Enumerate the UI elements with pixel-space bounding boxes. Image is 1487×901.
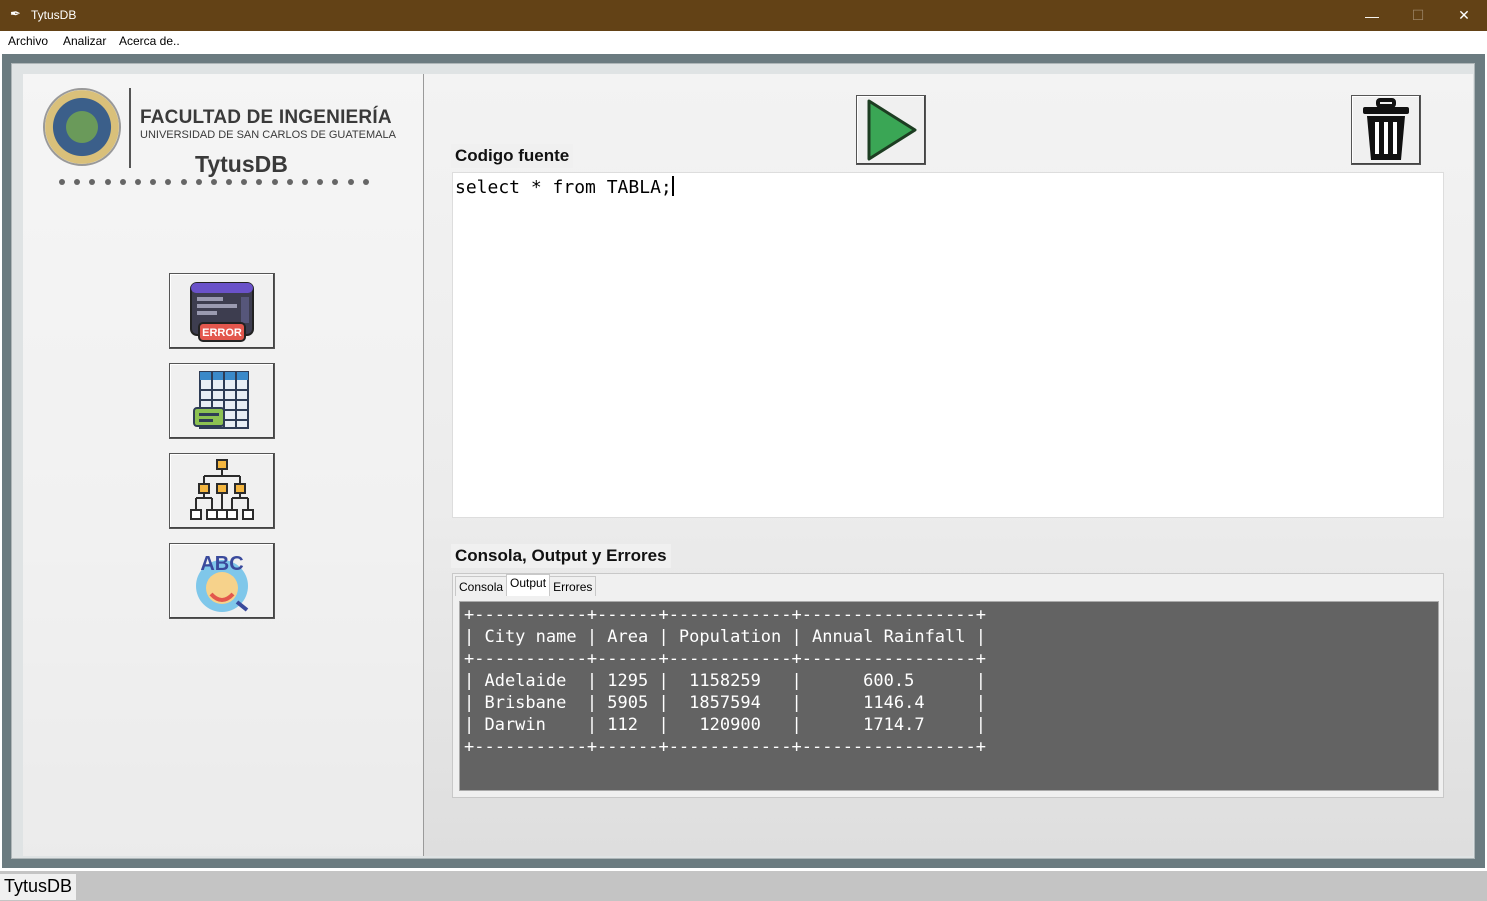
window-title: TytusDB (31, 8, 77, 22)
statusbar: TytusDB (0, 871, 1487, 901)
source-code-editor[interactable]: select * from TABLA; (452, 172, 1444, 518)
tab-consola[interactable]: Consola (455, 576, 508, 596)
output-line: +-----------+------+------------+-------… (464, 649, 986, 669)
tab-errores[interactable]: Errores (549, 576, 597, 596)
console-notebook: Consola Output Errores +-----------+----… (452, 573, 1444, 798)
maximize-button[interactable]: ☐ (1395, 0, 1441, 31)
editor-code: select * from TABLA; (455, 177, 672, 198)
symbol-table-button[interactable] (169, 363, 275, 439)
content-background: FACULTAD DE INGENIERÍA UNIVERSIDAD DE SA… (23, 74, 1473, 856)
window-titlebar: ✒ TytusDB — ☐ ✕ (0, 0, 1487, 31)
menu-analizar[interactable]: Analizar (63, 34, 106, 48)
main-area: FACULTAD DE INGENIERÍA UNIVERSIDAD DE SA… (0, 51, 1487, 871)
play-icon (867, 99, 917, 161)
run-button[interactable] (856, 95, 926, 165)
output-line: +-----------+------+------------+-------… (464, 737, 986, 757)
clear-button[interactable] (1351, 95, 1421, 165)
inner-frame: FACULTAD DE INGENIERÍA UNIVERSIDAD DE SA… (11, 63, 1475, 859)
trash-icon (1363, 98, 1409, 160)
minimize-button[interactable]: — (1349, 0, 1395, 31)
ast-tree-icon (190, 459, 254, 520)
feather-icon: ✒ (10, 6, 21, 21)
grammar-report-icon: ABC (196, 553, 249, 612)
symbol-table-icon (193, 371, 249, 429)
menu-archivo[interactable]: Archivo (8, 34, 48, 48)
grammar-report-button[interactable]: ABC (169, 543, 275, 619)
error-report-icon: ERROR (190, 282, 254, 342)
logo-divider (129, 88, 131, 168)
close-button[interactable]: ✕ (1441, 0, 1487, 31)
abc-text: ABC (200, 553, 243, 575)
source-code-label: Codigo fuente (451, 144, 574, 168)
ast-tree-button[interactable] (169, 453, 275, 529)
output-line: | Brisbane | 5905 | 1857594 | 1146.4 | (464, 693, 986, 713)
status-text: TytusDB (0, 874, 77, 900)
output-line: | Adelaide | 1295 | 1158259 | 600.5 | (464, 671, 986, 691)
console-tabs: Consola Output Errores (455, 574, 597, 596)
output-line: +-----------+------+------------+-------… (464, 605, 986, 625)
panel-divider (423, 74, 424, 856)
menubar: Archivo Analizar Acerca de.. (0, 31, 1487, 51)
output-line: | Darwin | 112 | 120900 | 1714.7 | (464, 715, 986, 735)
text-caret (671, 176, 674, 196)
tab-output[interactable]: Output (506, 574, 551, 596)
app-name: TytusDB (195, 151, 288, 177)
error-badge-text: ERROR (202, 327, 242, 339)
menu-acerca-de[interactable]: Acerca de.. (119, 34, 180, 48)
dots-decoration (59, 179, 369, 191)
error-report-button[interactable]: ERROR (169, 273, 275, 349)
university-name: UNIVERSIDAD DE SAN CARLOS DE GUATEMALA (140, 129, 396, 141)
output-text-area[interactable]: +-----------+------+------------+-------… (459, 601, 1439, 791)
university-seal-icon (43, 88, 121, 166)
console-label: Consola, Output y Errores (451, 544, 671, 568)
output-line: | City name | Area | Population | Annual… (464, 627, 986, 647)
faculty-title: FACULTAD DE INGENIERÍA (140, 107, 392, 128)
main-frame: FACULTAD DE INGENIERÍA UNIVERSIDAD DE SA… (2, 54, 1485, 868)
sidebar: FACULTAD DE INGENIERÍA UNIVERSIDAD DE SA… (23, 74, 423, 856)
